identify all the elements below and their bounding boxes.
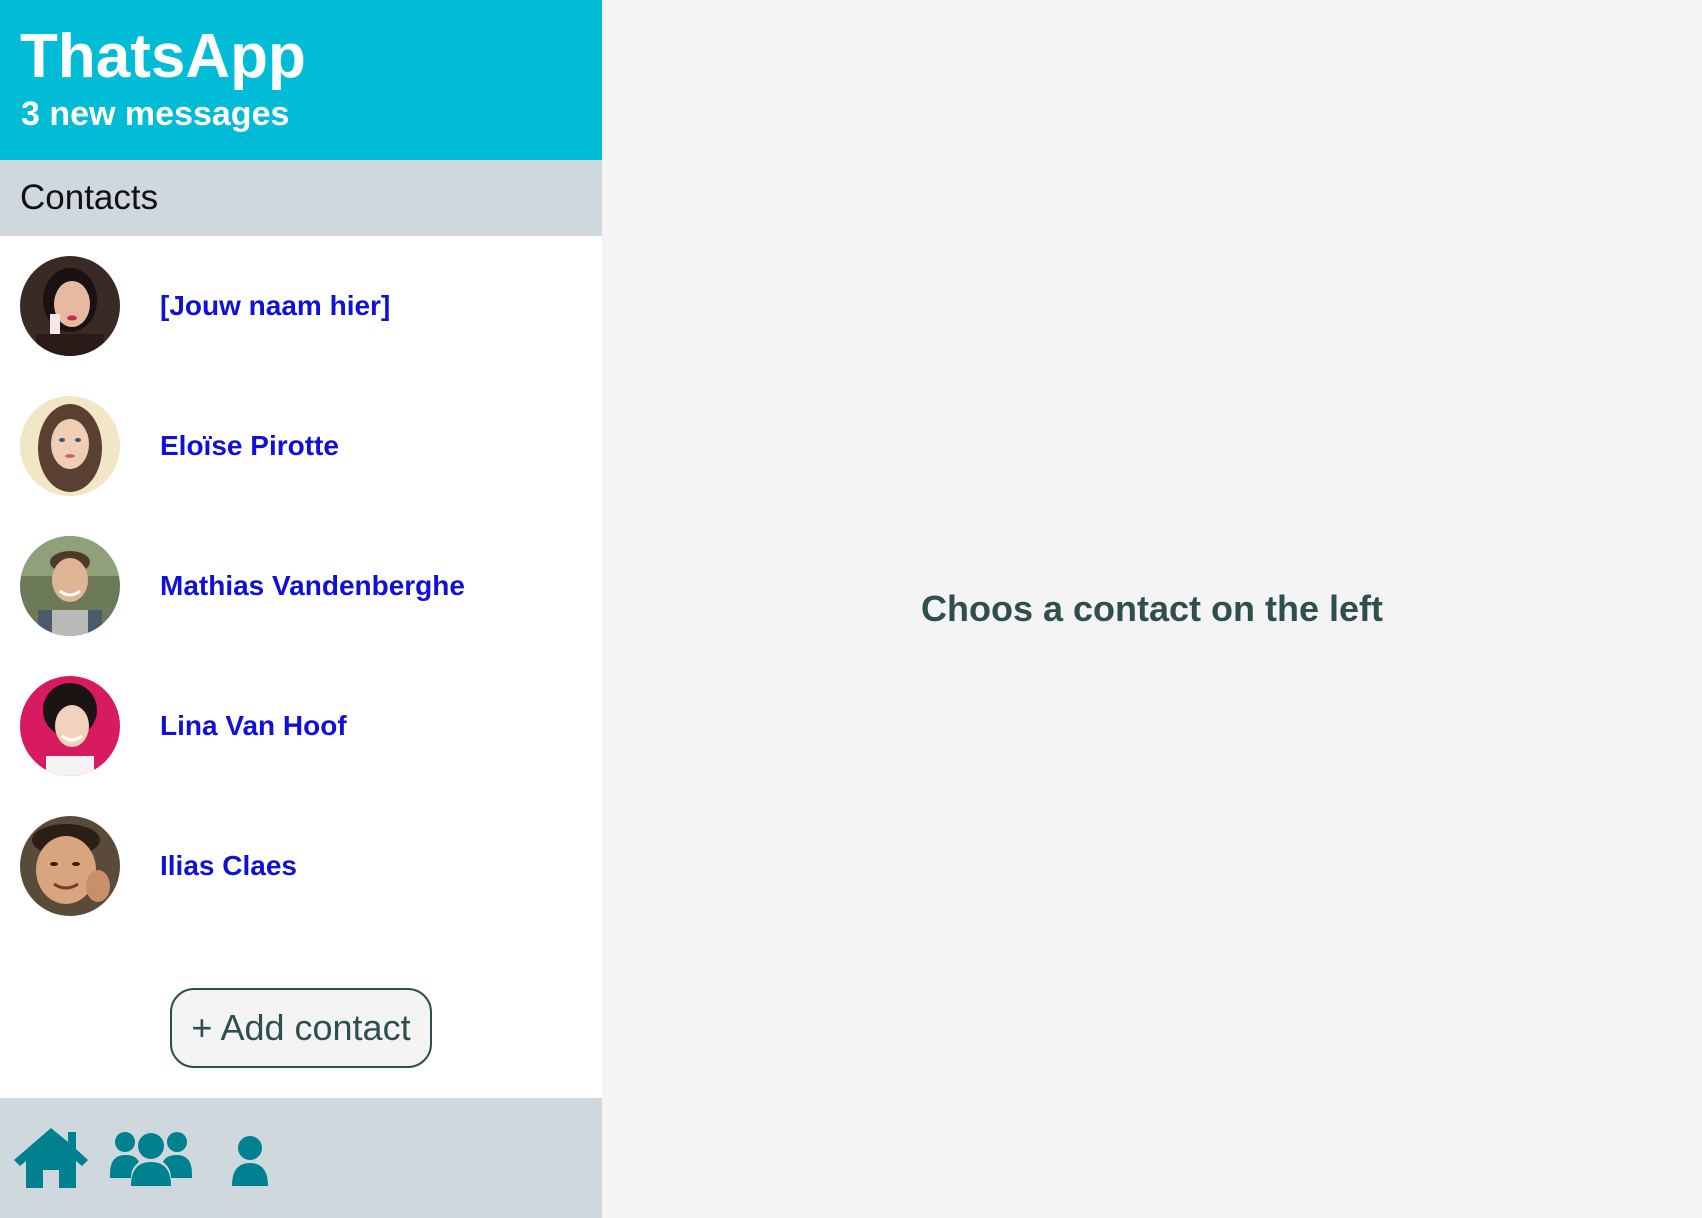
contact-name[interactable]: Ilias Claes [160,846,297,886]
new-messages-count: 3 new messages [21,95,290,133]
contact-item[interactable]: Lina Van Hoof [0,656,602,796]
contact-name[interactable]: Eloïse Pirotte [160,426,339,466]
avatar [20,676,120,776]
home-icon[interactable] [12,1126,90,1190]
app-header: ThatsApp 3 new messages [0,0,602,160]
contact-name[interactable]: [Jouw naam hier] [160,286,390,326]
avatar [20,536,120,636]
group-icon[interactable] [110,1130,192,1186]
contact-name[interactable]: Lina Van Hoof [160,706,347,746]
avatar [20,816,120,916]
bottom-nav [0,1098,602,1218]
contact-item[interactable]: [Jouw naam hier] [0,236,602,376]
contact-item[interactable]: Mathias Vandenberghe [0,516,602,656]
contact-item[interactable]: Eloïse Pirotte [0,376,602,516]
contact-name[interactable]: Mathias Vandenberghe [160,566,465,606]
empty-state-message: Choos a contact on the left [920,588,1384,629]
conversation-panel: Choos a contact on the left [602,0,1702,1218]
avatar [20,396,120,496]
add-contact-button[interactable]: + Add contact [170,988,432,1068]
contacts-heading: Contacts [20,178,159,217]
contacts-bar: Contacts [0,160,602,236]
app-title: ThatsApp [20,22,306,91]
contact-item[interactable]: Ilias Claes [0,796,602,936]
user-icon[interactable] [230,1136,270,1186]
sidebar: ThatsApp 3 new messages Contacts [Jouw n… [0,0,602,1218]
avatar [20,256,120,356]
